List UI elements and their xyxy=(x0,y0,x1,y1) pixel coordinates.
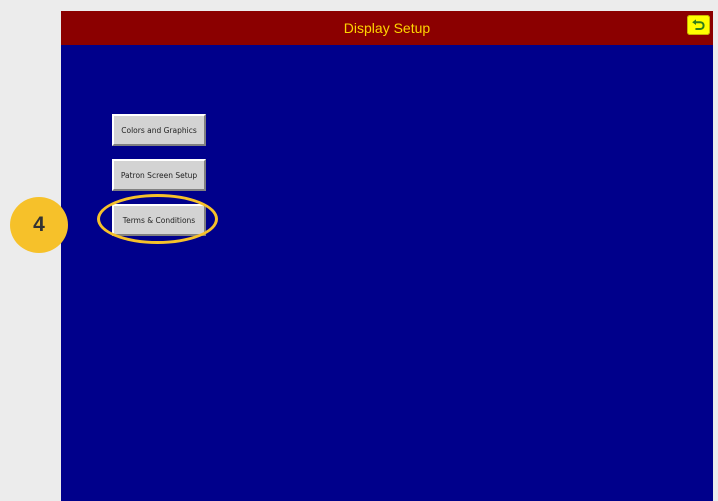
tutorial-page: Display Setup Colors and Graphics Patron… xyxy=(0,0,718,501)
return-arrow-icon xyxy=(692,19,705,30)
terms-and-conditions-button[interactable]: Terms & Conditions xyxy=(112,204,206,236)
display-setup-screen: Display Setup Colors and Graphics Patron… xyxy=(61,11,713,501)
step-number-badge: 4 xyxy=(10,197,68,253)
patron-screen-setup-button[interactable]: Patron Screen Setup xyxy=(112,159,206,191)
back-button[interactable] xyxy=(687,15,710,35)
page-title: Display Setup xyxy=(343,20,431,36)
colors-and-graphics-button[interactable]: Colors and Graphics xyxy=(112,114,206,146)
title-bar: Display Setup xyxy=(61,11,713,45)
